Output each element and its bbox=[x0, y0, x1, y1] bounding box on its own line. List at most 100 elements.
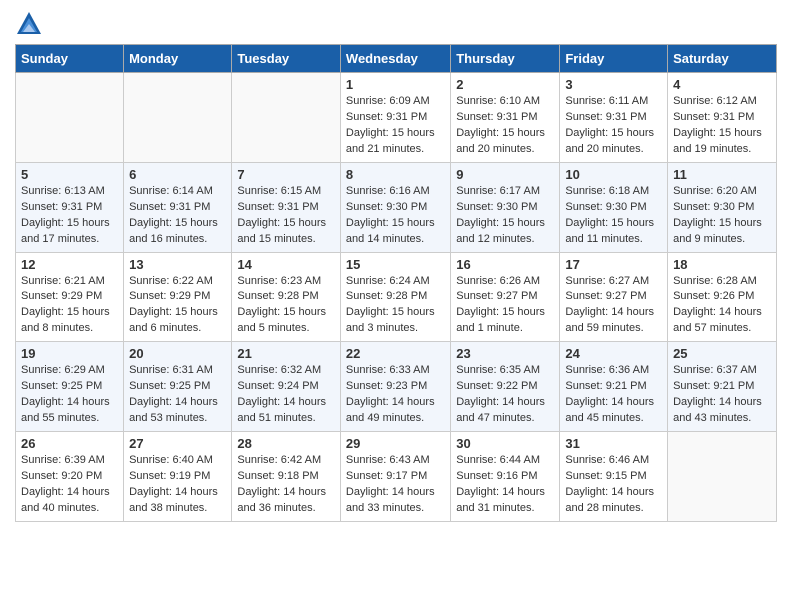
calendar-table: SundayMondayTuesdayWednesdayThursdayFrid… bbox=[15, 44, 777, 522]
week-row-1: 1 Sunrise: 6:09 AMSunset: 9:31 PMDaylight… bbox=[16, 73, 777, 163]
day-info: Sunrise: 6:44 AMSunset: 9:16 PMDaylight:… bbox=[456, 453, 554, 517]
week-row-2: 5 Sunrise: 6:13 AMSunset: 9:31 PMDaylight… bbox=[16, 162, 777, 252]
day-number: 5 bbox=[21, 167, 118, 182]
calendar-cell: 1 Sunrise: 6:09 AMSunset: 9:31 PMDaylight… bbox=[340, 73, 450, 163]
calendar-cell: 6 Sunrise: 6:14 AMSunset: 9:31 PMDaylight… bbox=[124, 162, 232, 252]
day-info: Sunrise: 6:33 AMSunset: 9:23 PMDaylight:… bbox=[346, 363, 445, 427]
calendar-cell bbox=[124, 73, 232, 163]
day-number: 23 bbox=[456, 346, 554, 361]
week-row-4: 19 Sunrise: 6:29 AMSunset: 9:25 PMDayligh… bbox=[16, 342, 777, 432]
day-info: Sunrise: 6:32 AMSunset: 9:24 PMDaylight:… bbox=[237, 363, 335, 427]
calendar-cell bbox=[16, 73, 124, 163]
day-info: Sunrise: 6:24 AMSunset: 9:28 PMDaylight:… bbox=[346, 274, 445, 338]
day-header-saturday: Saturday bbox=[668, 45, 777, 73]
day-info: Sunrise: 6:36 AMSunset: 9:21 PMDaylight:… bbox=[565, 363, 662, 427]
calendar-cell bbox=[668, 432, 777, 522]
day-info: Sunrise: 6:15 AMSunset: 9:31 PMDaylight:… bbox=[237, 184, 335, 248]
calendar-cell: 22 Sunrise: 6:33 AMSunset: 9:23 PMDayligh… bbox=[340, 342, 450, 432]
calendar-cell: 9Sunrise: 6:17 AMSunset: 9:30 PMDaylight… bbox=[451, 162, 560, 252]
calendar-cell: 2 Sunrise: 6:10 AMSunset: 9:31 PMDaylight… bbox=[451, 73, 560, 163]
calendar-body: 1 Sunrise: 6:09 AMSunset: 9:31 PMDaylight… bbox=[16, 73, 777, 522]
day-info: Sunrise: 6:23 AMSunset: 9:28 PMDaylight:… bbox=[237, 274, 335, 338]
day-info: Sunrise: 6:10 AMSunset: 9:31 PMDaylight:… bbox=[456, 94, 554, 158]
day-info: Sunrise: 6:13 AMSunset: 9:31 PMDaylight:… bbox=[21, 184, 118, 248]
day-number: 11 bbox=[673, 167, 771, 182]
calendar-cell: 26 Sunrise: 6:39 AMSunset: 9:20 PMDayligh… bbox=[16, 432, 124, 522]
day-info: Sunrise: 6:22 AMSunset: 9:29 PMDaylight:… bbox=[129, 274, 226, 338]
day-number: 21 bbox=[237, 346, 335, 361]
calendar-cell: 7 Sunrise: 6:15 AMSunset: 9:31 PMDaylight… bbox=[232, 162, 341, 252]
day-info: Sunrise: 6:17 AMSunset: 9:30 PMDaylight:… bbox=[456, 184, 554, 248]
day-info: Sunrise: 6:11 AMSunset: 9:31 PMDaylight:… bbox=[565, 94, 662, 158]
calendar-cell: 16 Sunrise: 6:26 AMSunset: 9:27 PMDayligh… bbox=[451, 252, 560, 342]
calendar-cell: 13 Sunrise: 6:22 AMSunset: 9:29 PMDayligh… bbox=[124, 252, 232, 342]
day-header-friday: Friday bbox=[560, 45, 668, 73]
calendar-cell: 8Sunrise: 6:16 AMSunset: 9:30 PMDaylight… bbox=[340, 162, 450, 252]
day-number: 25 bbox=[673, 346, 771, 361]
day-number: 31 bbox=[565, 436, 662, 451]
day-number: 4 bbox=[673, 77, 771, 92]
day-number: 2 bbox=[456, 77, 554, 92]
day-number: 19 bbox=[21, 346, 118, 361]
day-info: Sunrise: 6:20 AMSunset: 9:30 PMDaylight:… bbox=[673, 184, 771, 248]
day-info: Sunrise: 6:40 AMSunset: 9:19 PMDaylight:… bbox=[129, 453, 226, 517]
calendar-cell: 12Sunrise: 6:21 AMSunset: 9:29 PMDayligh… bbox=[16, 252, 124, 342]
day-header-monday: Monday bbox=[124, 45, 232, 73]
day-number: 17 bbox=[565, 257, 662, 272]
day-number: 27 bbox=[129, 436, 226, 451]
day-header-sunday: Sunday bbox=[16, 45, 124, 73]
day-number: 1 bbox=[346, 77, 445, 92]
day-info: Sunrise: 6:18 AMSunset: 9:30 PMDaylight:… bbox=[565, 184, 662, 248]
day-info: Sunrise: 6:26 AMSunset: 9:27 PMDaylight:… bbox=[456, 274, 554, 338]
calendar-cell: 10 Sunrise: 6:18 AMSunset: 9:30 PMDayligh… bbox=[560, 162, 668, 252]
day-header-thursday: Thursday bbox=[451, 45, 560, 73]
day-number: 7 bbox=[237, 167, 335, 182]
day-info: Sunrise: 6:39 AMSunset: 9:20 PMDaylight:… bbox=[21, 453, 118, 517]
calendar-cell: 29Sunrise: 6:43 AMSunset: 9:17 PMDayligh… bbox=[340, 432, 450, 522]
week-row-3: 12Sunrise: 6:21 AMSunset: 9:29 PMDayligh… bbox=[16, 252, 777, 342]
logo bbox=[15, 10, 47, 38]
day-number: 14 bbox=[237, 257, 335, 272]
calendar-cell: 3 Sunrise: 6:11 AMSunset: 9:31 PMDaylight… bbox=[560, 73, 668, 163]
week-row-5: 26 Sunrise: 6:39 AMSunset: 9:20 PMDayligh… bbox=[16, 432, 777, 522]
calendar-cell: 15Sunrise: 6:24 AMSunset: 9:28 PMDayligh… bbox=[340, 252, 450, 342]
calendar-cell: 18 Sunrise: 6:28 AMSunset: 9:26 PMDayligh… bbox=[668, 252, 777, 342]
calendar-cell: 17 Sunrise: 6:27 AMSunset: 9:27 PMDayligh… bbox=[560, 252, 668, 342]
day-number: 18 bbox=[673, 257, 771, 272]
day-header-wednesday: Wednesday bbox=[340, 45, 450, 73]
calendar-cell: 30 Sunrise: 6:44 AMSunset: 9:16 PMDayligh… bbox=[451, 432, 560, 522]
calendar-cell: 28Sunrise: 6:42 AMSunset: 9:18 PMDayligh… bbox=[232, 432, 341, 522]
day-number: 13 bbox=[129, 257, 226, 272]
header bbox=[15, 10, 777, 38]
day-info: Sunrise: 6:09 AMSunset: 9:31 PMDaylight:… bbox=[346, 94, 445, 158]
calendar-cell: 14 Sunrise: 6:23 AMSunset: 9:28 PMDayligh… bbox=[232, 252, 341, 342]
day-info: Sunrise: 6:27 AMSunset: 9:27 PMDaylight:… bbox=[565, 274, 662, 338]
day-info: Sunrise: 6:29 AMSunset: 9:25 PMDaylight:… bbox=[21, 363, 118, 427]
day-number: 16 bbox=[456, 257, 554, 272]
calendar-cell: 23 Sunrise: 6:35 AMSunset: 9:22 PMDayligh… bbox=[451, 342, 560, 432]
day-number: 28 bbox=[237, 436, 335, 451]
day-info: Sunrise: 6:14 AMSunset: 9:31 PMDaylight:… bbox=[129, 184, 226, 248]
day-number: 10 bbox=[565, 167, 662, 182]
day-info: Sunrise: 6:16 AMSunset: 9:30 PMDaylight:… bbox=[346, 184, 445, 248]
day-number: 6 bbox=[129, 167, 226, 182]
day-info: Sunrise: 6:21 AMSunset: 9:29 PMDaylight:… bbox=[21, 274, 118, 338]
day-info: Sunrise: 6:37 AMSunset: 9:21 PMDaylight:… bbox=[673, 363, 771, 427]
day-info: Sunrise: 6:35 AMSunset: 9:22 PMDaylight:… bbox=[456, 363, 554, 427]
day-info: Sunrise: 6:28 AMSunset: 9:26 PMDaylight:… bbox=[673, 274, 771, 338]
day-number: 3 bbox=[565, 77, 662, 92]
day-number: 26 bbox=[21, 436, 118, 451]
calendar-cell: 5 Sunrise: 6:13 AMSunset: 9:31 PMDaylight… bbox=[16, 162, 124, 252]
day-info: Sunrise: 6:31 AMSunset: 9:25 PMDaylight:… bbox=[129, 363, 226, 427]
calendar-cell: 24Sunrise: 6:36 AMSunset: 9:21 PMDayligh… bbox=[560, 342, 668, 432]
calendar-cell: 19 Sunrise: 6:29 AMSunset: 9:25 PMDayligh… bbox=[16, 342, 124, 432]
logo-icon bbox=[15, 10, 43, 38]
day-info: Sunrise: 6:46 AMSunset: 9:15 PMDaylight:… bbox=[565, 453, 662, 517]
calendar-cell: 4Sunrise: 6:12 AMSunset: 9:31 PMDaylight… bbox=[668, 73, 777, 163]
calendar-cell: 27 Sunrise: 6:40 AMSunset: 9:19 PMDayligh… bbox=[124, 432, 232, 522]
day-number: 22 bbox=[346, 346, 445, 361]
calendar-header: SundayMondayTuesdayWednesdayThursdayFrid… bbox=[16, 45, 777, 73]
calendar-cell: 20Sunrise: 6:31 AMSunset: 9:25 PMDayligh… bbox=[124, 342, 232, 432]
day-number: 30 bbox=[456, 436, 554, 451]
calendar-cell: 31 Sunrise: 6:46 AMSunset: 9:15 PMDayligh… bbox=[560, 432, 668, 522]
